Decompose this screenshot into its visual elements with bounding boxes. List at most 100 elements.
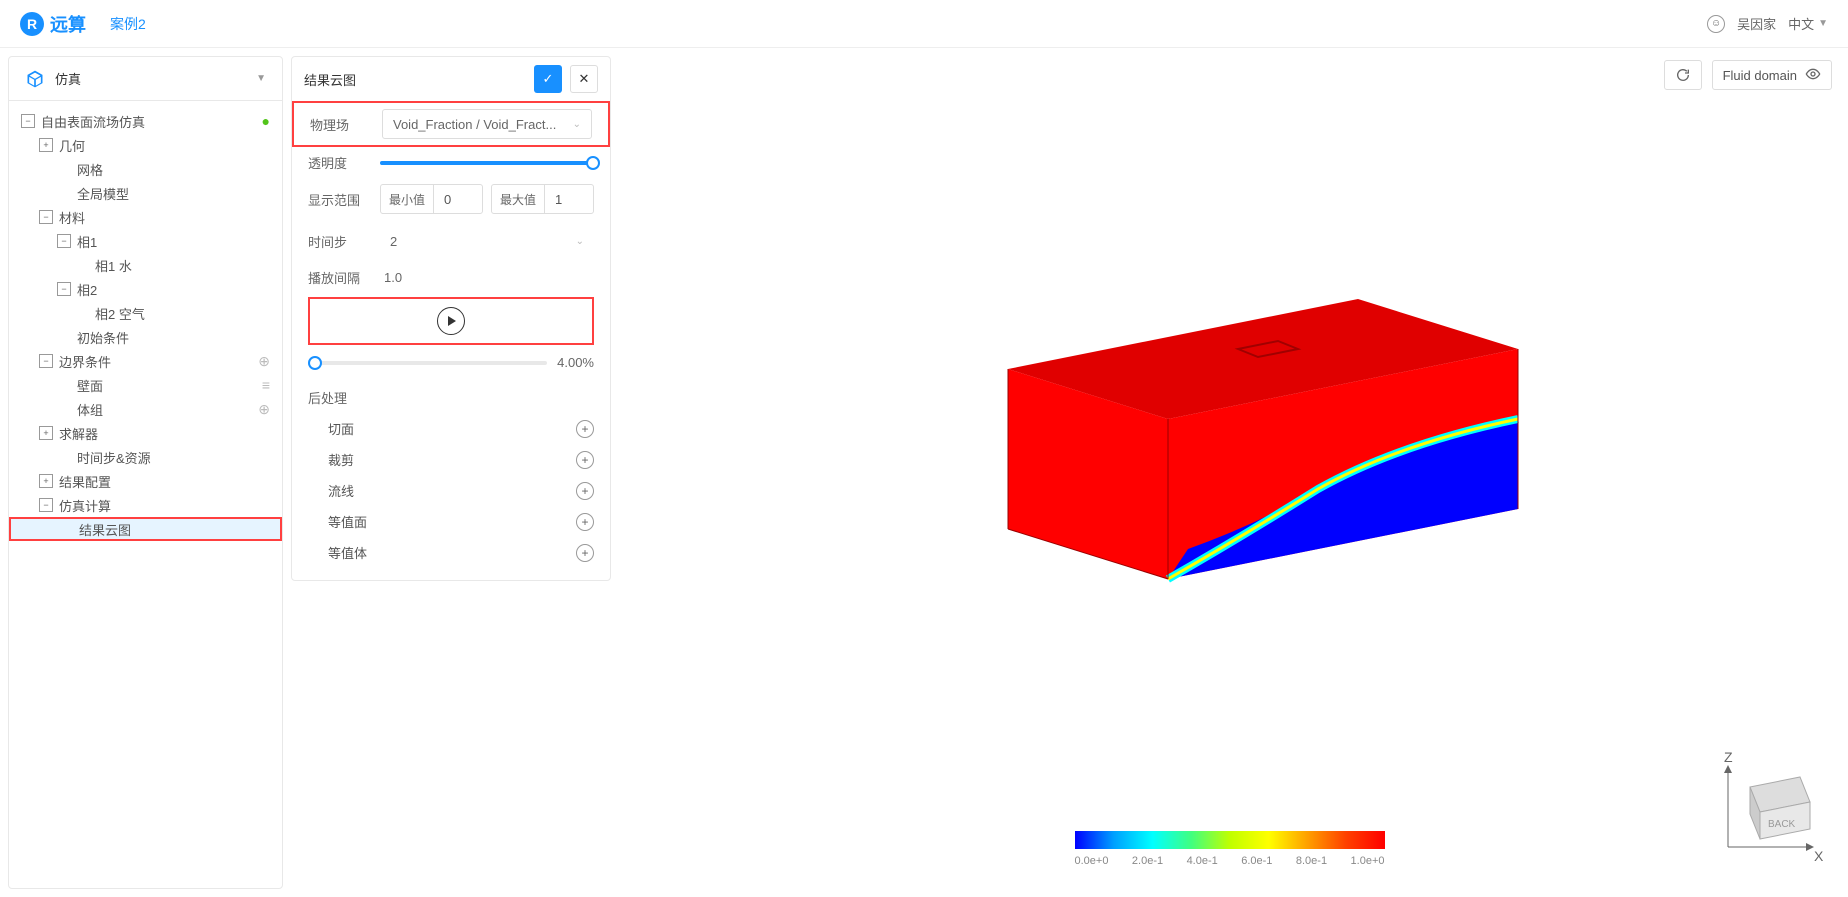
tree-item[interactable]: −相2: [9, 277, 282, 301]
tree-item[interactable]: + 求解器: [9, 421, 282, 445]
user-icon[interactable]: ☺: [1707, 15, 1725, 33]
panel-header: 结果云图 ✓ ✕: [292, 57, 610, 101]
confirm-button[interactable]: ✓: [534, 65, 562, 93]
post-item: 切面+: [292, 413, 610, 444]
expand-icon[interactable]: +: [39, 138, 53, 152]
colormap-bar: [1075, 831, 1385, 849]
tree-item[interactable]: 时间步&资源: [9, 445, 282, 469]
color-legend: 0.0e+02.0e-14.0e-16.0e-18.0e-11.0e+0: [1075, 831, 1385, 867]
opacity-slider[interactable]: [380, 161, 594, 165]
collapse-icon[interactable]: −: [39, 210, 53, 224]
tree-item[interactable]: −边界条件⊕: [9, 349, 282, 373]
viewport-toolbar: Fluid domain: [1664, 60, 1832, 90]
collapse-icon[interactable]: −: [39, 498, 53, 512]
tree-item[interactable]: 初始条件: [9, 325, 282, 349]
range-min-input[interactable]: 最小值 0: [380, 184, 483, 214]
language-selector[interactable]: 中文 ▼: [1788, 14, 1828, 33]
add-button[interactable]: +: [576, 420, 594, 438]
refresh-icon: [1675, 67, 1691, 83]
interval-row: 播放间隔 1.0: [292, 262, 610, 293]
viewport-3d[interactable]: Fluid domain: [611, 48, 1848, 897]
panel-title: 结果云图: [304, 70, 526, 89]
status-ok-icon: ●: [262, 113, 270, 129]
colormap-tick: 1.0e+0: [1351, 855, 1385, 867]
timestep-select[interactable]: 2 ⌄: [380, 226, 594, 256]
logo: R 远算: [20, 11, 86, 37]
tree-item[interactable]: 体组⊕: [9, 397, 282, 421]
expand-icon[interactable]: +: [39, 426, 53, 440]
collapse-icon[interactable]: −: [21, 114, 35, 128]
post-item: 等值体+: [292, 537, 610, 568]
colormap-labels: 0.0e+02.0e-14.0e-16.0e-18.0e-11.0e+0: [1075, 855, 1385, 867]
tree-label: 体组: [77, 400, 258, 419]
colormap-tick: 8.0e-1: [1296, 855, 1327, 867]
slider-thumb[interactable]: [586, 156, 600, 170]
domain-selector[interactable]: Fluid domain: [1712, 60, 1832, 90]
colormap-tick: 2.0e-1: [1132, 855, 1163, 867]
close-button[interactable]: ✕: [570, 65, 598, 93]
post-item-label: 裁剪: [328, 450, 576, 469]
user-name[interactable]: 吴因家: [1737, 14, 1776, 33]
add-button[interactable]: +: [576, 513, 594, 531]
interval-value[interactable]: 1.0: [380, 270, 594, 285]
add-button[interactable]: +: [576, 482, 594, 500]
tree-label: 网格: [77, 160, 270, 179]
chevron-down-icon: ⌄: [573, 119, 581, 130]
collapse-icon[interactable]: −: [57, 282, 71, 296]
tree-label: 相1 水: [95, 256, 270, 275]
add-icon[interactable]: ⊕: [258, 353, 270, 370]
tree-item[interactable]: −仿真计算: [9, 493, 282, 517]
play-button-wrapper: [308, 297, 594, 345]
tree-item[interactable]: −自由表面流场仿真●: [9, 109, 282, 133]
properties-panel: 结果云图 ✓ ✕ 物理场 Void_Fraction / Void_Fract.…: [291, 56, 611, 581]
chevron-down-icon: ▼: [1818, 18, 1828, 29]
tree-label: 几何: [59, 136, 270, 155]
tree-item[interactable]: −相1: [9, 229, 282, 253]
tree-item[interactable]: 网格: [9, 157, 282, 181]
colormap-tick: 0.0e+0: [1075, 855, 1109, 867]
tree-label: 初始条件: [77, 328, 270, 347]
collapse-icon[interactable]: −: [57, 234, 71, 248]
play-button[interactable]: [437, 307, 465, 335]
tree-label: 全局模型: [77, 184, 270, 203]
tree-item[interactable]: 相1 水: [9, 253, 282, 277]
add-icon[interactable]: ⊕: [258, 401, 270, 418]
play-icon: [448, 316, 456, 326]
progress-slider[interactable]: [308, 361, 547, 365]
tree-item[interactable]: 结果云图: [9, 517, 282, 541]
tree-label: 求解器: [59, 424, 270, 443]
svg-text:X: X: [1814, 848, 1824, 864]
progress-percent: 4.00%: [557, 355, 594, 370]
header-right: ☺ 吴因家 中文 ▼: [1707, 14, 1828, 33]
add-button[interactable]: +: [576, 451, 594, 469]
chevron-down-icon[interactable]: ▼: [256, 73, 266, 84]
sidebar-header[interactable]: 仿真 ▼: [9, 57, 282, 101]
post-item: 等值面+: [292, 506, 610, 537]
tree-item[interactable]: +结果配置: [9, 469, 282, 493]
tree-item[interactable]: −材料: [9, 205, 282, 229]
svg-text:BACK: BACK: [1768, 819, 1796, 830]
range-max-input[interactable]: 最大值 1: [491, 184, 594, 214]
tree-label: 相1: [77, 232, 270, 251]
tree-label: 边界条件: [59, 352, 258, 371]
field-select[interactable]: Void_Fraction / Void_Fract... ⌄: [382, 109, 592, 139]
tree-item[interactable]: 全局模型: [9, 181, 282, 205]
tree-label: 壁面: [77, 376, 262, 395]
opacity-label: 透明度: [308, 153, 368, 172]
slider-thumb[interactable]: [308, 356, 322, 370]
axes-gizmo[interactable]: Z X BACK: [1714, 747, 1824, 867]
menu-icon[interactable]: ≡: [262, 377, 270, 393]
collapse-icon[interactable]: −: [39, 354, 53, 368]
post-item-label: 切面: [328, 419, 576, 438]
expand-icon[interactable]: +: [39, 474, 53, 488]
svg-text:Z: Z: [1724, 749, 1733, 765]
tree-item[interactable]: 壁面≡: [9, 373, 282, 397]
logo-icon: R: [20, 12, 44, 36]
case-name[interactable]: 案例2: [110, 14, 146, 34]
tree-item[interactable]: + 几何: [9, 133, 282, 157]
tree: −自由表面流场仿真●+几何网格全局模型−材料−相1相1 水−相2相2 空气初始条…: [9, 101, 282, 549]
cube-icon: [25, 69, 45, 89]
add-button[interactable]: +: [576, 544, 594, 562]
tree-item[interactable]: 相2 空气: [9, 301, 282, 325]
refresh-button[interactable]: [1664, 60, 1702, 90]
